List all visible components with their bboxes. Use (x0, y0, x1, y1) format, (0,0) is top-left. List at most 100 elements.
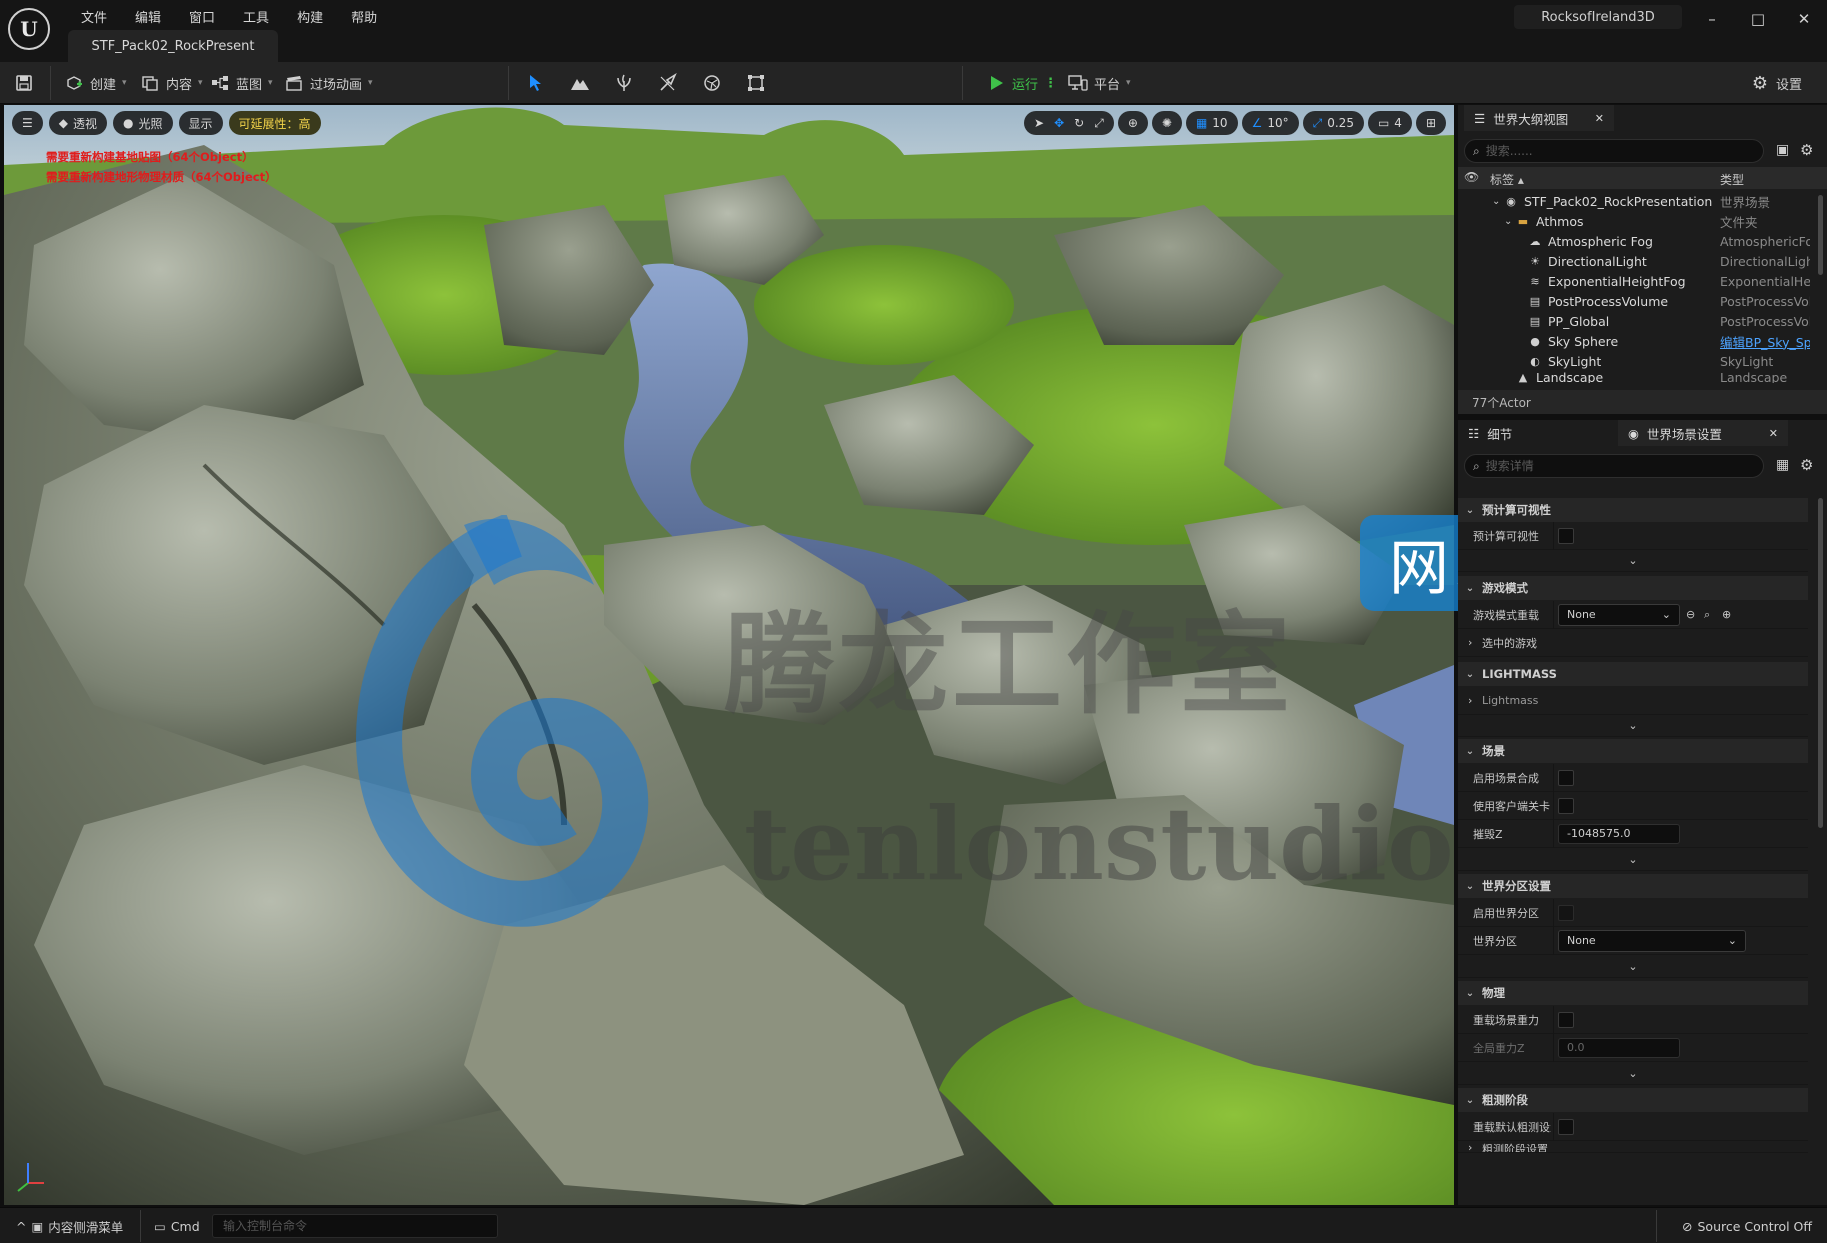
section-broadphase[interactable]: ⌄ 粗测阶段 (1458, 1088, 1808, 1112)
visibility-icon[interactable]: 👁 (1464, 170, 1479, 184)
source-control-button[interactable]: ⊘ Source Control Off (1682, 1216, 1812, 1236)
menu-tools[interactable]: 工具 (232, 5, 280, 28)
scale-snap-button[interactable]: ⤢ 0.25 (1302, 111, 1364, 135)
play-button[interactable]: 运行 ⋮ (986, 70, 1057, 96)
landscape-mode-button[interactable] (570, 70, 590, 96)
select-mode-button[interactable] (526, 70, 546, 96)
translate-tool-icon[interactable]: ✥ (1054, 116, 1064, 130)
fracture-mode-button[interactable] (702, 70, 722, 96)
table-view-icon[interactable]: ▦ (1776, 457, 1789, 473)
world-partition-dropdown[interactable]: None ⌄ (1558, 929, 1746, 952)
gear-icon[interactable]: ⚙ (1800, 456, 1813, 474)
section-world-partition[interactable]: ⌄ 世界分区设置 (1458, 874, 1808, 898)
settings-button[interactable]: ⚙ 设置 (1750, 70, 1802, 96)
close-window-icon[interactable]: ✕ (1781, 6, 1827, 32)
close-icon[interactable]: ✕ (1769, 427, 1778, 440)
cmd-button[interactable]: ▭ Cmd (154, 1216, 200, 1236)
tree-row[interactable]: ≋ ExponentialHeightFog ExponentialHeight… (1458, 271, 1827, 291)
outliner-search[interactable]: ⌕ (1464, 139, 1764, 163)
advanced-expander[interactable]: ⌄ (1458, 849, 1808, 871)
type-column-header[interactable]: 类型 (1720, 171, 1744, 188)
client-side-level-checkbox[interactable] (1558, 797, 1574, 814)
lit-button[interactable]: ● 光照 (113, 111, 173, 135)
foliage-mode-button[interactable] (614, 70, 634, 96)
tree-row[interactable]: ◐ SkyLight SkyLight (1458, 351, 1827, 371)
menu-window[interactable]: 窗口 (178, 5, 226, 28)
section-game-mode[interactable]: ⌄ 游戏模式 (1458, 576, 1808, 600)
tree-row[interactable]: ☁ Atmospheric Fog AtmosphericFog (1458, 231, 1827, 251)
tree-row[interactable]: ▲ Landscape Landscape (1458, 371, 1827, 383)
details-search[interactable]: ⌕ (1464, 454, 1764, 478)
section-lightmass[interactable]: ⌄ LIGHTMASS (1458, 662, 1808, 686)
add-folder-icon[interactable]: ▣ (1776, 142, 1789, 158)
unreal-logo-icon[interactable]: U (8, 8, 50, 50)
browse-back-icon[interactable]: ⊖ (1686, 608, 1695, 621)
override-broadphase-checkbox[interactable] (1558, 1118, 1574, 1135)
kill-z-input[interactable]: -1048575.0 (1558, 823, 1680, 844)
level-viewport[interactable]: 腾龙工作室 tenlonstudio.com ☰ ◆透视 ●光照 显示 可延展性… (4, 105, 1454, 1205)
precomputed-visibility-checkbox[interactable] (1558, 527, 1574, 544)
modeling-mode-button[interactable] (746, 70, 766, 96)
tree-row[interactable]: ▤ PP_Global PostProcessVolume (1458, 311, 1827, 331)
viewport-menu-button[interactable]: ☰ (12, 111, 43, 135)
create-button[interactable]: 创建 ▾ (64, 70, 127, 96)
override-gravity-checkbox[interactable] (1558, 1011, 1574, 1028)
mesh-paint-button[interactable] (658, 70, 678, 96)
property-row[interactable]: › 粗测阶段设置 (1458, 1141, 1808, 1153)
show-button[interactable]: 显示 (178, 111, 223, 135)
section-world[interactable]: ⌄ 场景 (1458, 739, 1808, 763)
scalability-badge[interactable]: 可延展性：高 (228, 111, 321, 135)
details-search-input[interactable] (1485, 459, 1686, 473)
layout-button[interactable]: ⊞ (1415, 111, 1446, 135)
grid-snap-button[interactable]: ▦ 10 (1185, 111, 1238, 135)
details-tab[interactable]: ☷ 细节 (1458, 420, 1618, 446)
play-options-icon[interactable]: ⋮ (1044, 76, 1057, 91)
tree-row[interactable]: ⌄ ◉ STF_Pack02_RockPresentation 世界场景 (1458, 191, 1827, 211)
section-physics[interactable]: ⌄ 物理 (1458, 981, 1808, 1005)
tree-row[interactable]: ● Sky Sphere 编辑BP_Sky_Sphere (1458, 331, 1827, 351)
chevron-down-icon[interactable]: ⌄ (1504, 216, 1512, 227)
blueprint-button[interactable]: 蓝图 ▾ (210, 70, 273, 96)
console-input[interactable] (223, 1219, 483, 1233)
edit-blueprint-link[interactable]: 编辑BP_Sky_Sphere (1720, 332, 1810, 351)
advanced-expander[interactable]: ⌄ (1458, 956, 1808, 978)
advanced-expander[interactable]: ⌄ (1458, 715, 1808, 737)
label-column-header[interactable]: 标签 ▴ (1490, 171, 1524, 188)
world-local-toggle[interactable]: ⊕ (1117, 111, 1148, 135)
property-row[interactable]: › 选中的游戏 (1458, 629, 1808, 657)
select-tool-icon[interactable]: ➤ (1034, 116, 1044, 130)
outliner-scrollbar[interactable] (1818, 195, 1823, 275)
console-command-field[interactable] (212, 1214, 498, 1238)
content-drawer-button[interactable]: ^ ▣ 内容侧滑菜单 (16, 1216, 123, 1236)
menu-file[interactable]: 文件 (70, 5, 118, 28)
close-icon[interactable]: ✕ (1595, 112, 1604, 125)
maximize-icon[interactable]: □ (1735, 6, 1781, 32)
section-precomputed-visibility[interactable]: ⌄ 预计算可视性 (1458, 498, 1808, 522)
world-settings-tab[interactable]: ◉ 世界场景设置 ✕ (1618, 420, 1788, 446)
menu-edit[interactable]: 编辑 (124, 5, 172, 28)
outliner-tab[interactable]: ☰ 世界大纲视图 ✕ (1464, 105, 1614, 131)
tree-row[interactable]: ☀ DirectionalLight DirectionalLight (1458, 251, 1827, 271)
advanced-expander[interactable]: ⌄ (1458, 550, 1808, 572)
global-gravity-input[interactable]: 0.0 (1558, 1037, 1680, 1058)
cinematics-button[interactable]: 过场动画 ▾ (284, 70, 373, 96)
property-row[interactable]: › Lightmass (1458, 687, 1808, 715)
details-scrollbar[interactable] (1818, 498, 1823, 828)
enable-partition-checkbox[interactable] (1558, 904, 1574, 921)
game-mode-dropdown[interactable]: None ⌄ (1558, 603, 1680, 626)
level-tab[interactable]: STF_Pack02_RockPresent (68, 30, 278, 62)
search-icon[interactable]: ⌕ (1704, 608, 1710, 622)
save-button[interactable] (14, 70, 34, 96)
add-icon[interactable]: ⊕ (1722, 608, 1731, 621)
gear-icon[interactable]: ⚙ (1800, 141, 1813, 159)
world-composition-checkbox[interactable] (1558, 769, 1574, 786)
advanced-expander[interactable]: ⌄ (1458, 1063, 1808, 1085)
perspective-button[interactable]: ◆ 透视 (48, 111, 108, 135)
rotate-tool-icon[interactable]: ↻ (1074, 116, 1084, 130)
tree-row[interactable]: ▤ PostProcessVolume PostProcessVolume (1458, 291, 1827, 311)
menu-help[interactable]: 帮助 (340, 5, 388, 28)
surface-snap-toggle[interactable]: ✺ (1151, 111, 1182, 135)
camera-speed-button[interactable]: ▭ 4 (1367, 111, 1412, 135)
menu-build[interactable]: 构建 (286, 5, 334, 28)
platform-button[interactable]: 平台 ▾ (1068, 70, 1131, 96)
